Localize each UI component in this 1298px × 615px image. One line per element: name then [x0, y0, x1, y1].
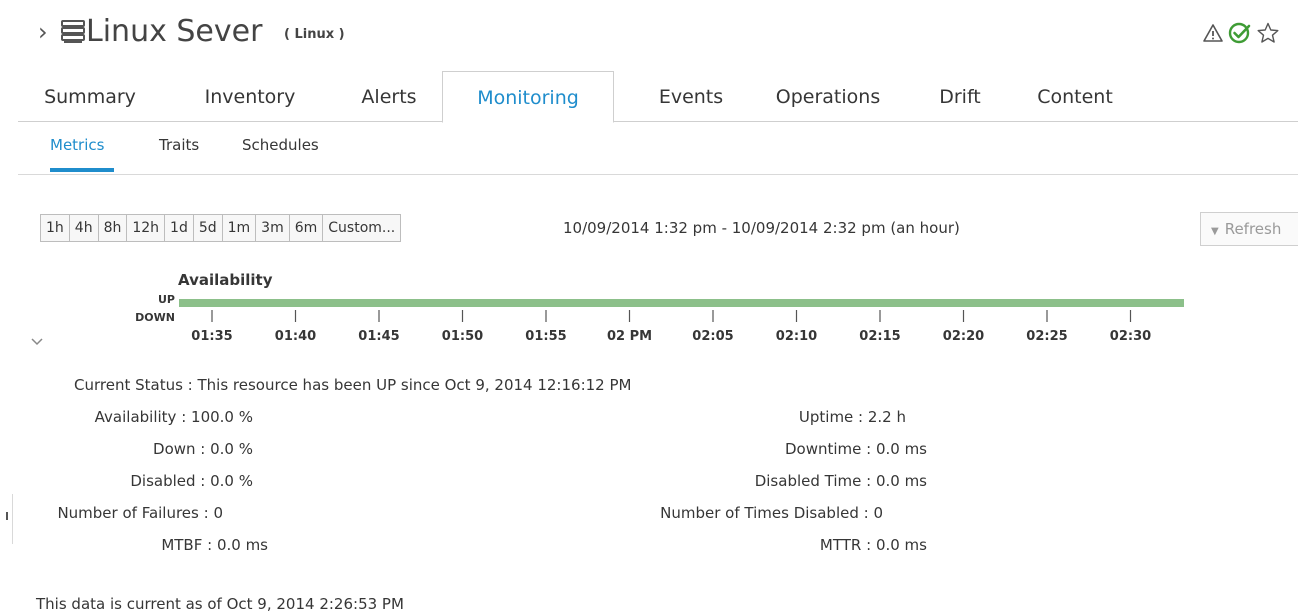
range-1m-button[interactable]: 1m: [221, 214, 257, 242]
resource-name: Linux Sever: [86, 14, 263, 49]
y-label-up: UP: [158, 293, 175, 306]
downtime-stat: Downtime : 0.0 ms: [784, 440, 927, 458]
x-tick-label: 01:55: [525, 329, 566, 344]
disabled-stat: Disabled : 0.0 %: [130, 472, 253, 490]
x-tick-label: 02:10: [776, 329, 817, 344]
date-range-display: 10/09/2014 1:32 pm - 10/09/2014 2:32 pm …: [563, 219, 960, 237]
tab-drift[interactable]: Drift: [930, 71, 990, 121]
mttr-stat: MTTR : 0.0 ms: [819, 536, 927, 554]
data-current-note: This data is current as of Oct 9, 2014 2…: [36, 595, 404, 613]
favorite-star-icon[interactable]: [1256, 21, 1280, 45]
availability-chart: UP DOWN 01:35 01:40 01:45 01:50 01:55 02 PM 02…: [135, 293, 1184, 344]
resource-type: ( Linux ): [284, 27, 345, 42]
disabled-time-stat: Disabled Time : 0.0 ms: [754, 472, 927, 490]
range-8h-button[interactable]: 8h: [97, 214, 128, 242]
x-tick-label: 01:50: [442, 329, 483, 344]
number-of-times-disabled-stat: Number of Times Disabled : 0: [660, 504, 883, 522]
subtab-metrics[interactable]: Metrics: [50, 134, 104, 156]
refresh-label: Refresh: [1224, 220, 1282, 238]
server-stack-icon: [60, 18, 86, 44]
y-label-down: DOWN: [135, 311, 175, 324]
tab-monitoring[interactable]: Monitoring: [442, 71, 614, 123]
mtbf-stat: MTBF : 0.0 ms: [161, 536, 268, 554]
x-tick-label: 01:45: [358, 329, 399, 344]
breadcrumb-chevron-icon[interactable]: ›: [38, 20, 48, 44]
uptime-stat: Uptime : 2.2 h: [798, 408, 906, 426]
subtab-traits[interactable]: Traits: [159, 134, 199, 156]
tab-events[interactable]: Events: [650, 71, 732, 121]
tab-content[interactable]: Content: [1024, 71, 1126, 121]
tab-operations[interactable]: Operations: [764, 71, 892, 121]
availability-up-bar[interactable]: [179, 299, 1184, 307]
tab-summary[interactable]: Summary: [38, 71, 142, 121]
warning-icon[interactable]: [1202, 23, 1224, 43]
header-status-icons: [1202, 18, 1280, 48]
x-tick-label: 02:20: [943, 329, 984, 344]
resource-header: › Linux Sever ( Linux ): [0, 0, 1298, 68]
number-of-failures-stat: Number of Failures : 0: [57, 504, 223, 522]
x-tick-label: 01:35: [191, 329, 232, 344]
dropdown-caret-icon: ▼: [1211, 226, 1219, 237]
x-tick-label: 01:40: [275, 329, 316, 344]
down-stat: Down : 0.0 %: [153, 440, 253, 458]
range-4h-button[interactable]: 4h: [68, 214, 99, 242]
sub-tabs: Metrics Traits Schedules: [18, 124, 1298, 175]
range-6m-button[interactable]: 6m: [288, 214, 324, 242]
x-tick-label: 02:15: [859, 329, 900, 344]
range-1d-button[interactable]: 1d: [164, 214, 194, 242]
x-tick-label: 02:05: [692, 329, 733, 344]
range-custom-button[interactable]: Custom...: [322, 214, 402, 242]
availability-title: Availability: [178, 271, 273, 289]
time-range-buttons: 1h 4h 8h 12h 1d 5d 1m 3m 6m Custom...: [40, 214, 402, 242]
x-tick-label: 02 PM: [607, 329, 652, 344]
x-tick-label: 02:25: [1026, 329, 1067, 344]
collapse-chevron-icon[interactable]: [30, 334, 44, 350]
active-subtab-indicator: [50, 168, 114, 172]
check-circle-icon[interactable]: [1228, 21, 1252, 45]
range-5d-button[interactable]: 5d: [192, 214, 223, 242]
refresh-button[interactable]: ▼ Refresh: [1200, 212, 1298, 246]
main-tabs: Summary Inventory Alerts Monitoring Even…: [18, 71, 1298, 123]
x-tick-label: 02:30: [1110, 329, 1151, 344]
range-3m-button[interactable]: 3m: [255, 214, 290, 242]
range-1h-button[interactable]: 1h: [40, 214, 70, 242]
side-panel-handle[interactable]: [0, 494, 13, 544]
availability-stat: Availability : 100.0 %: [94, 408, 253, 426]
tab-inventory[interactable]: Inventory: [192, 71, 308, 121]
handle-grip-icon: [6, 512, 8, 520]
range-12h-button[interactable]: 12h: [126, 214, 166, 242]
tab-alerts[interactable]: Alerts: [352, 71, 426, 121]
subtab-schedules[interactable]: Schedules: [242, 134, 319, 156]
current-status-text: Current Status : This resource has been …: [74, 376, 632, 394]
